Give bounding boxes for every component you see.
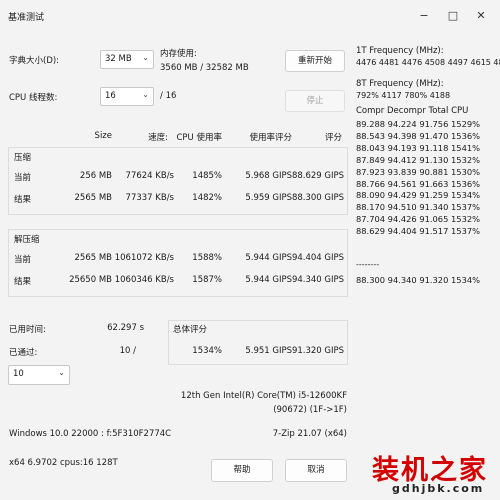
decompress-current-rating: 94.404 GIPS <box>291 253 344 263</box>
compress-result-rating: 88.300 GIPS <box>291 193 344 203</box>
results-row: 87.704 94.426 91.065 1532% <box>356 214 481 225</box>
results-separator: -------- <box>356 260 380 269</box>
compress-group <box>8 147 348 215</box>
stop-button[interactable]: 停止 <box>285 90 345 112</box>
col-header-rating: 评分 <box>324 133 342 143</box>
arch-info: x64 6.9702 cpus:16 128T <box>9 458 118 468</box>
passed-value: 10 / <box>119 346 136 356</box>
compress-result-rpu: 5.959 GIPS <box>245 193 292 203</box>
compress-current-rpu: 5.968 GIPS <box>245 171 292 181</box>
decompress-current-size: 2565 MB <box>74 253 113 263</box>
col-header-speed: 速度: <box>148 133 168 143</box>
cpu-threads-label: CPU 线程数: <box>9 93 58 103</box>
memory-usage-value: 3560 MB / 32582 MB <box>160 63 249 73</box>
results-row: 89.288 94.224 91.756 1529% <box>356 119 481 129</box>
decompress-result-rpu: 5.944 GIPS <box>245 275 292 285</box>
chevron-down-icon: ⌄ <box>58 368 65 377</box>
minimize-icon[interactable]: − <box>414 6 434 26</box>
decompress-current-rpu: 5.944 GIPS <box>245 253 292 263</box>
decompress-current-label: 当前 <box>14 255 32 265</box>
total-rating-label: 总体评分 <box>173 325 208 335</box>
chevron-down-icon: ⌄ <box>142 90 149 99</box>
results-row: 88.766 94.561 91.663 1536% <box>356 178 481 189</box>
compress-current-speed: 77624 KB/s <box>125 171 174 181</box>
compress-result-cpu: 1482% <box>192 193 222 203</box>
dict-size-select[interactable]: 32 MB ⌄ <box>100 50 154 69</box>
results-col-headers: Compr Decompr Total CPU <box>356 106 469 116</box>
compress-label: 压缩 <box>14 153 32 163</box>
decompress-group <box>8 229 348 297</box>
memory-usage-label: 内存使用: <box>160 49 197 59</box>
total-rating-per-usage: 5.951 GIPS <box>245 346 292 356</box>
compress-result-label: 结果 <box>14 195 32 205</box>
compress-current-size: 256 MB <box>79 171 112 181</box>
results-row: 87.923 93.839 90.881 1530% <box>356 166 481 177</box>
cpu-threads-total: / 16 <box>160 91 177 101</box>
col-header-rating-per-usage: 使用率评分 <box>249 133 292 143</box>
decompress-result-cpu: 1587% <box>192 275 222 285</box>
col-header-cpu: CPU 使用率 <box>176 133 223 143</box>
decompress-current-cpu: 1588% <box>192 253 222 263</box>
results-row: 88.543 94.398 91.470 1536% <box>356 130 481 141</box>
passes-select-value: 10 <box>13 369 24 379</box>
dict-size-label: 字典大小(D): <box>9 56 60 66</box>
freq-8t-values: 792% 4117 780% 4188 <box>356 91 451 100</box>
passed-label: 已通过: <box>9 348 38 358</box>
compress-result-size: 2565 MB <box>74 193 113 203</box>
watermark-url: gdhjbk.com <box>392 482 485 495</box>
cpu-threads-select[interactable]: 16 ⌄ <box>100 87 154 106</box>
compress-current-cpu: 1485% <box>192 171 222 181</box>
total-cpu: 1534% <box>192 346 222 356</box>
results-row: 88.043 94.193 91.118 1541% <box>356 142 481 153</box>
decompress-result-size: 25650 MB <box>69 275 112 285</box>
compress-current-rating: 88.629 GIPS <box>291 171 344 181</box>
results-row: 88.090 94.429 91.259 1534% <box>356 190 481 201</box>
decompress-result-rating: 94.340 GIPS <box>291 275 344 285</box>
decompress-result-speed: 1060346 KB/s <box>114 275 174 285</box>
version-info: 7-Zip 21.07 (x64) <box>272 429 347 439</box>
help-button[interactable]: 帮助 <box>211 459 273 482</box>
chevron-down-icon: ⌄ <box>142 53 149 62</box>
results-total-row: 88.300 94.340 91.320 1534% <box>356 275 481 285</box>
dict-size-value: 32 MB <box>105 54 132 64</box>
decompress-current-speed: 1061072 KB/s <box>114 253 174 263</box>
passes-select[interactable]: 10 ⌄ <box>8 365 70 385</box>
decompress-result-label: 结果 <box>14 277 32 287</box>
results-row: 88.170 94.510 91.340 1537% <box>356 202 481 213</box>
decompress-label: 解压缩 <box>14 235 40 245</box>
freq-8t-title: 8T Frequency (MHz): <box>356 79 444 89</box>
freq-1t-values: 4476 4481 4476 4508 4497 4615 4866 <box>356 58 500 67</box>
results-row: 87.849 94.412 91.130 1532% <box>356 154 481 165</box>
maximize-icon[interactable]: □ <box>443 6 463 26</box>
results-list: 89.288 94.224 91.756 1529% 88.543 94.398… <box>356 119 480 238</box>
col-header-size: Size <box>94 131 112 141</box>
compress-result-speed: 77337 KB/s <box>125 193 174 203</box>
freq-1t-title: 1T Frequency (MHz): <box>356 46 444 56</box>
window-title: 基准测试 <box>8 13 45 23</box>
os-info: Windows 10.0 22000 : f:5F310F2774C <box>9 429 172 439</box>
results-row: 88.629 94.404 91.517 1537% <box>356 226 481 237</box>
compress-current-label: 当前 <box>14 173 32 183</box>
cancel-button[interactable]: 取消 <box>285 459 347 482</box>
close-icon[interactable]: ✕ <box>471 6 491 26</box>
cpu-model-line1: 12th Gen Intel(R) Core(TM) i5-12600KF <box>180 391 347 401</box>
elapsed-time-value: 62.297 s <box>107 323 144 333</box>
cpu-threads-value: 16 <box>105 91 116 101</box>
total-rating: 91.320 GIPS <box>291 346 344 356</box>
cpu-model-line2: (90672) (1F->1F) <box>273 405 347 415</box>
elapsed-time-label: 已用时间: <box>9 325 46 335</box>
restart-button[interactable]: 重新开始 <box>285 50 345 72</box>
